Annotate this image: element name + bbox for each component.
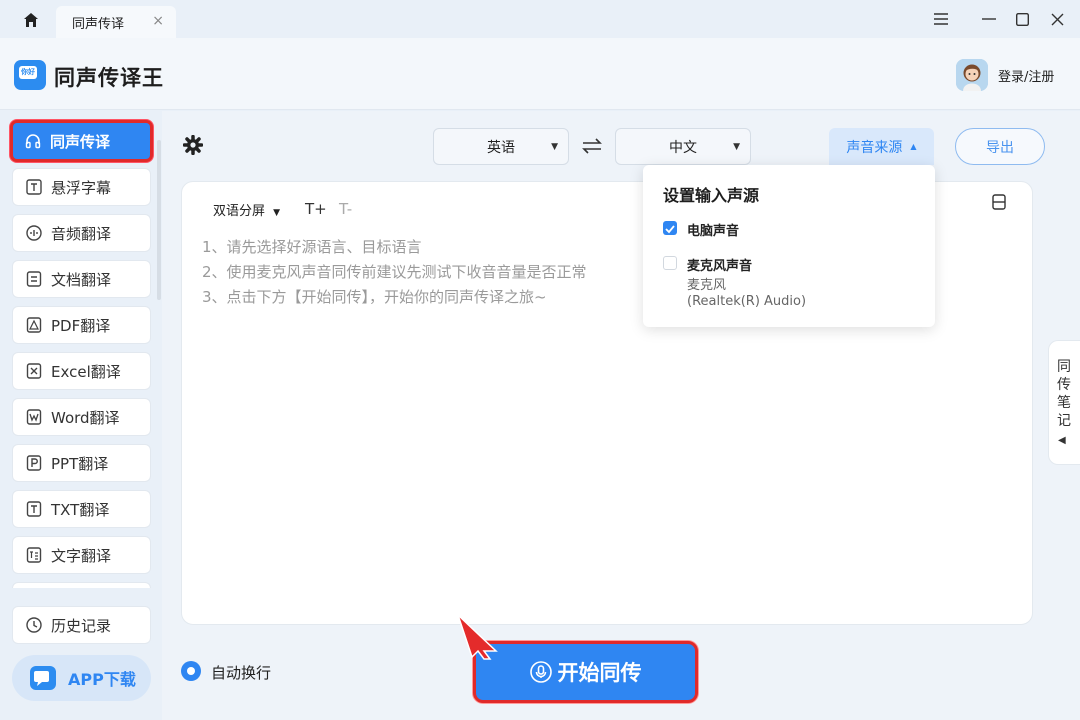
tab-close-icon[interactable]: × (152, 13, 164, 29)
source-language-select[interactable]: 英语 ▼ (433, 128, 569, 165)
tab-label: 同声传译 (72, 16, 125, 32)
maximize-icon[interactable] (1010, 8, 1034, 30)
sidebar-item-label: 同声传译 (50, 132, 111, 151)
chevron-up-icon: ▲ (910, 142, 917, 151)
sidebar-item-label: PPT翻译 (51, 454, 109, 473)
split-view-icon[interactable] (992, 194, 1006, 210)
sidebar-item-history[interactable]: 历史记录 (12, 606, 151, 644)
sidebar-scrollbar[interactable] (157, 140, 161, 300)
avatar[interactable] (956, 59, 988, 91)
pdf-icon (26, 317, 42, 333)
sound-source-button[interactable]: 声音来源 ▲ (829, 128, 934, 165)
close-icon[interactable] (1045, 8, 1069, 30)
login-link[interactable]: 登录/注册 (998, 66, 1054, 85)
home-icon[interactable] (14, 8, 48, 32)
display-mode-label: 双语分屏 (213, 204, 266, 219)
chevron-down-icon: ▼ (733, 142, 740, 152)
sidebar-item-floating-subtitle[interactable]: 悬浮字幕 (12, 168, 151, 206)
start-label: 开始同传 (557, 661, 642, 685)
sidebar-item-text-translate[interactable]: 文字翻译 (12, 536, 151, 574)
text-translate-icon (26, 547, 42, 563)
font-increase-icon[interactable]: T+ (305, 200, 327, 218)
app-logo-icon (30, 666, 56, 690)
microphone-icon (529, 661, 552, 683)
sidebar-item-ppt[interactable]: PPT翻译 (12, 444, 151, 482)
hint-line: 2、使用麦克风声音同传前建议先测试下收音音量是否正常 (202, 263, 587, 281)
microphone-sound-label[interactable]: 麦克风声音 (687, 255, 752, 274)
subtitle-icon (26, 179, 42, 195)
audio-icon (26, 225, 42, 241)
sidebar-item-word[interactable]: Word翻译 (12, 398, 151, 436)
app-download-button[interactable]: APP下载 (12, 655, 151, 701)
dropdown-title: 设置输入声源 (663, 186, 760, 205)
sidebar-item-label: 文字翻译 (51, 546, 112, 565)
microphone-device-detail: (Realtek(R) Audio) (687, 294, 807, 309)
sidebar-item-txt[interactable]: TXT翻译 (12, 490, 151, 528)
tab-simultaneous[interactable]: 同声传译 × (56, 6, 176, 38)
sidebar-item-label: 文档翻译 (51, 270, 112, 289)
target-language-value: 中文 (669, 139, 697, 156)
clock-icon (26, 617, 42, 633)
sidebar-item-pdf[interactable]: PDF翻译 (12, 306, 151, 344)
word-icon (26, 409, 42, 425)
sidebar-item-simultaneous[interactable]: 同声传译 (10, 120, 153, 162)
sidebar-item-label: Excel翻译 (51, 362, 121, 381)
minimize-icon[interactable] (977, 8, 1001, 30)
app-header: 你好 Hi 同声传译王 登录/注册 (0, 38, 1080, 110)
start-interpretation-button[interactable]: 开始同传 (473, 641, 698, 703)
menu-icon[interactable] (929, 8, 953, 30)
microphone-device-name: 麦克风 (687, 278, 727, 293)
display-mode-select[interactable]: 双语分屏 ▼ (213, 200, 280, 219)
title-bar: 同声传译 × (0, 0, 1080, 38)
logo-text: 你好 Hi (19, 66, 37, 89)
sidebar-item-label: Word翻译 (51, 408, 120, 427)
expand-left-icon[interactable]: ◀ (1058, 435, 1066, 446)
sidebar-item-document[interactable]: 文档翻译 (12, 260, 151, 298)
settings-gear-icon[interactable] (182, 134, 204, 156)
sidebar-item-label: 音频翻译 (51, 224, 112, 243)
font-decrease-icon[interactable]: T- (339, 200, 352, 218)
source-language-value: 英语 (487, 139, 515, 156)
target-language-select[interactable]: 中文 ▼ (615, 128, 751, 165)
hint-line: 1、请先选择好源语言、目标语言 (202, 238, 422, 256)
sidebar-item-partial (12, 582, 151, 588)
headphones-icon (25, 133, 41, 149)
txt-icon (26, 501, 42, 517)
swap-languages-icon[interactable] (580, 137, 604, 155)
sidebar-item-audio[interactable]: 音频翻译 (12, 214, 151, 252)
excel-icon (26, 363, 42, 379)
pointer-arrow-icon (452, 614, 502, 663)
auto-wrap-radio[interactable] (181, 661, 201, 681)
chevron-down-icon: ▼ (273, 208, 281, 218)
export-button[interactable]: 导出 (955, 128, 1045, 165)
sidebar-item-label: TXT翻译 (51, 500, 110, 519)
notes-label: 同传笔记 (1057, 359, 1071, 429)
chevron-down-icon: ▼ (551, 142, 558, 152)
hint-line: 3、点击下方【开始同传】，开始你的同声传译之旅~ (202, 288, 547, 306)
document-icon (26, 271, 42, 287)
sound-source-label: 声音来源 (846, 139, 903, 156)
ppt-icon (26, 455, 42, 471)
app-download-label: APP下载 (68, 670, 136, 689)
app-title: 同声传译王 (54, 66, 164, 90)
sidebar-item-label: PDF翻译 (51, 316, 111, 335)
sidebar-item-label: 悬浮字幕 (51, 178, 112, 197)
app-logo: 你好 Hi (14, 60, 46, 90)
sidebar-item-excel[interactable]: Excel翻译 (12, 352, 151, 390)
computer-sound-label[interactable]: 电脑声音 (687, 220, 739, 239)
auto-wrap-label: 自动换行 (211, 664, 272, 682)
sidebar-item-label: 历史记录 (51, 616, 112, 635)
computer-sound-checkbox[interactable] (663, 221, 677, 235)
microphone-sound-checkbox[interactable] (663, 256, 677, 270)
